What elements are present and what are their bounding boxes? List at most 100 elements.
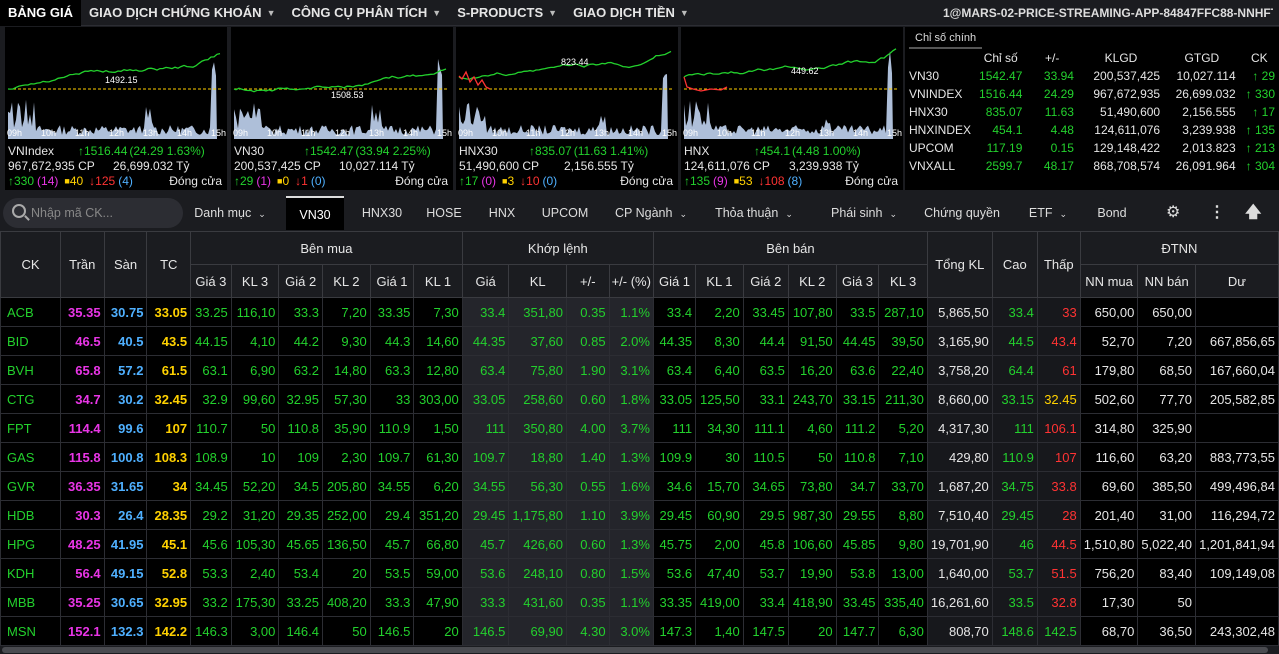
menu-item[interactable]: GIAO DỊCH CHỨNG KHOÁN ▼ [81, 0, 283, 26]
index-row[interactable]: HNX30 835.07 11.63 51,490,600 2,156.555 ↑ 17 [905, 103, 1279, 121]
board-cell: 49.15 [103, 558, 148, 588]
table-row[interactable]: BVH 65.8 57.2 61.5 63.1 6,90 63.2 14,80 63.3 12,8… [0, 355, 1279, 385]
table-row[interactable]: CTG 34.7 30.2 32.45 32.9 99,60 32.95 57,30 33 303… [0, 384, 1279, 414]
table-row[interactable]: HPG 48.25 41.95 45.1 45.6 105,30 45.65 136,50 45… [0, 529, 1279, 559]
table-row[interactable]: FPT 114.4 99.6 107 110.7 50 110.8 35,90 110.9 1,5… [0, 413, 1279, 443]
stock-symbol[interactable]: ACB [0, 297, 61, 327]
index-cell: 2,013.823 [1182, 141, 1236, 155]
board-cell: 650,00 [1137, 297, 1196, 327]
index-turnover: 10,027.114 Tỷ [339, 159, 415, 173]
menu-item[interactable]: CÔNG CỤ PHÂN TÍCH ▼ [283, 0, 449, 26]
time-axis-label: 14h [628, 128, 644, 138]
index-value-row: HNX30 ↑ 835.07 (11.63 1.41%) [459, 144, 677, 159]
more-vertical-icon[interactable]: ⋮ [1209, 196, 1225, 230]
table-row[interactable]: BID 46.5 40.5 43.5 44.15 4,10 44.2 9,30 44.3 14,6… [0, 326, 1279, 356]
index-cell: 1542.47 [979, 69, 1023, 83]
stock-symbol[interactable]: MBB [0, 587, 61, 617]
breadth-row: ↑ 135 (9) ■ 53 ↓ 108 (8) Đóng cửa [684, 174, 902, 189]
arrow-up-icon[interactable]: 🡅 [1245, 196, 1261, 230]
time-axis-label: 13h [594, 128, 610, 138]
tab-bond[interactable]: Bond [1090, 196, 1134, 230]
index-row[interactable]: UPCOM 117.19 0.15 129,148,422 2,013.823 ↑ 213 [905, 139, 1279, 157]
stock-symbol[interactable]: BID [0, 326, 61, 356]
index-row[interactable]: VNXALL 2599.7 48.17 868,708,574 26,091.964 ↑ … [905, 157, 1279, 175]
board-cell: 109.7 [369, 442, 415, 472]
board-cell: 60,90 [695, 500, 744, 530]
board-cell: 142.2 [146, 616, 192, 646]
board-cell: 431,60 [508, 587, 567, 617]
menu-item[interactable]: BẢNG GIÁ [0, 0, 81, 26]
stock-symbol[interactable]: HPG [0, 529, 61, 559]
table-row[interactable]: MSN 152.1 132.3 142.2 146.3 3,00 146.4 50 146.5 2… [0, 616, 1279, 646]
stock-symbol[interactable]: CTG [0, 384, 61, 414]
table-row[interactable]: HDB 30.3 26.4 28.35 29.2 31,20 29.35 252,00 29.4… [0, 500, 1279, 530]
market-index-card[interactable]: 1508.53 09h 10h 11h 12h 13h 14h 15h VN30 ↑ 1542.47… [231, 27, 453, 190]
advancers-count: 330 [14, 174, 35, 188]
menu-item[interactable]: S-PRODUCTS ▼ [449, 0, 565, 26]
stock-search-box[interactable] [3, 198, 183, 228]
board-cell: 6,20 [413, 471, 463, 501]
index-row[interactable]: HNXINDEX 454.1 4.48 124,611,076 3,239.938 ↑ 1… [905, 121, 1279, 139]
column-header: KLGD [1104, 51, 1138, 65]
board-cell: 45.75 [652, 529, 697, 559]
board-cell: 29.45 [461, 500, 510, 530]
tab-upcom[interactable]: UPCOM [536, 196, 594, 230]
board-cell: 91,50 [787, 326, 837, 356]
board-cell: 50 [230, 413, 280, 443]
tab-cp-ngành[interactable]: CP Ngành ⌄ [606, 196, 696, 230]
tab-etf[interactable]: ETF ⌄ [1018, 196, 1078, 230]
board-cell: 32.95 [146, 587, 192, 617]
market-index-card[interactable]: 1492.15 09h 10h 11h 12h 13h 14h 15h VNIndex ↑ 1516… [5, 27, 227, 190]
board-cell: 57,30 [322, 384, 371, 414]
horizontal-scrollbar[interactable] [0, 646, 1279, 654]
market-index-card[interactable]: 823.44 09h 10h 11h 12h 13h 14h 15h HNX30 ↑ 835.07(… [456, 27, 678, 190]
board-cell: 243,302,48 [1194, 616, 1279, 646]
tab-vn30[interactable]: VN30 [286, 196, 344, 230]
board-cell: 53.6 [461, 558, 510, 588]
search-input[interactable] [31, 204, 171, 222]
board-cell: 4,10 [230, 326, 280, 356]
stock-symbol[interactable]: HDB [0, 500, 61, 530]
menu-item[interactable]: GIAO DỊCH TIỀN ▼ [565, 0, 697, 26]
board-cell: 335,40 [878, 587, 928, 617]
board-cell: 63,20 [1137, 442, 1196, 472]
table-row[interactable]: ACB 35.35 30.75 33.05 33.25 116,10 33.3 7,20 33.… [0, 297, 1279, 327]
board-cell: 1.10 [566, 500, 610, 530]
index-cell: 200,537,425 [1093, 69, 1161, 83]
scrollbar-thumb[interactable] [2, 647, 1268, 653]
stock-symbol[interactable]: GAS [0, 442, 61, 472]
gear-icon[interactable]: ⚙ [1166, 196, 1180, 230]
board-cell: 44.5 [1036, 529, 1081, 559]
board-cell: 53.7 [742, 558, 789, 588]
stock-symbol[interactable]: MSN [0, 616, 61, 646]
board-cell: 35.25 [59, 587, 105, 617]
tab-hnx[interactable]: HNX [480, 196, 524, 230]
table-row[interactable]: MBB 35.25 30.65 32.95 33.2 175,30 33.25 408,20 3… [0, 587, 1279, 617]
tab-chứng-quyền[interactable]: Chứng quyền [920, 196, 1004, 230]
time-axis-label: 09h [7, 128, 23, 138]
stock-symbol[interactable]: BVH [0, 355, 61, 385]
tab-phái-sinh[interactable]: Phái sinh ⌄ [818, 196, 910, 230]
tab-main-indices[interactable]: Chỉ số chính [909, 29, 983, 49]
stock-symbol[interactable]: FPT [0, 413, 61, 443]
market-index-card[interactable]: 449.62 09h 10h 11h 12h 13h 14h 15h HNX ↑ 454.1 (4.4… [681, 27, 903, 190]
tab-hnx30[interactable]: HNX30 [354, 196, 410, 230]
board-cell: 248,10 [508, 558, 567, 588]
stock-symbol[interactable]: GVR [0, 471, 61, 501]
market-status: Đóng cửa [845, 174, 898, 188]
index-cell: ↑ 330 [1245, 87, 1275, 101]
tab-danh-mục[interactable]: Danh mục ⌄ [186, 196, 274, 230]
board-cell: 16,261,60 [926, 587, 993, 617]
board-cell: 132.3 [103, 616, 148, 646]
table-row[interactable]: GVR 36.35 31.65 34 34.45 52,20 34.5 205,80 34.55… [0, 471, 1279, 501]
index-row[interactable]: VNINDEX 1516.44 24.29 967,672,935 26,699.032… [905, 85, 1279, 103]
table-row[interactable]: GAS 115.8 100.8 108.3 108.9 10 109 2,30 109.7 61,… [0, 442, 1279, 472]
board-cell: 48.25 [59, 529, 105, 559]
index-row[interactable]: VN30 1542.47 33.94 200,537,425 10,027.114 ↑ 2… [905, 67, 1279, 85]
index-cell: UPCOM [909, 141, 954, 155]
tab-thỏa-thuận[interactable]: Thỏa thuận ⌄ [708, 196, 800, 230]
tab-hose[interactable]: HOSE [420, 196, 468, 230]
table-row[interactable]: KDH 56.4 49.15 52.8 53.3 2,40 53.4 20 53.5 59,00 5… [0, 558, 1279, 588]
board-cell: 31,20 [230, 500, 280, 530]
stock-symbol[interactable]: KDH [0, 558, 61, 588]
